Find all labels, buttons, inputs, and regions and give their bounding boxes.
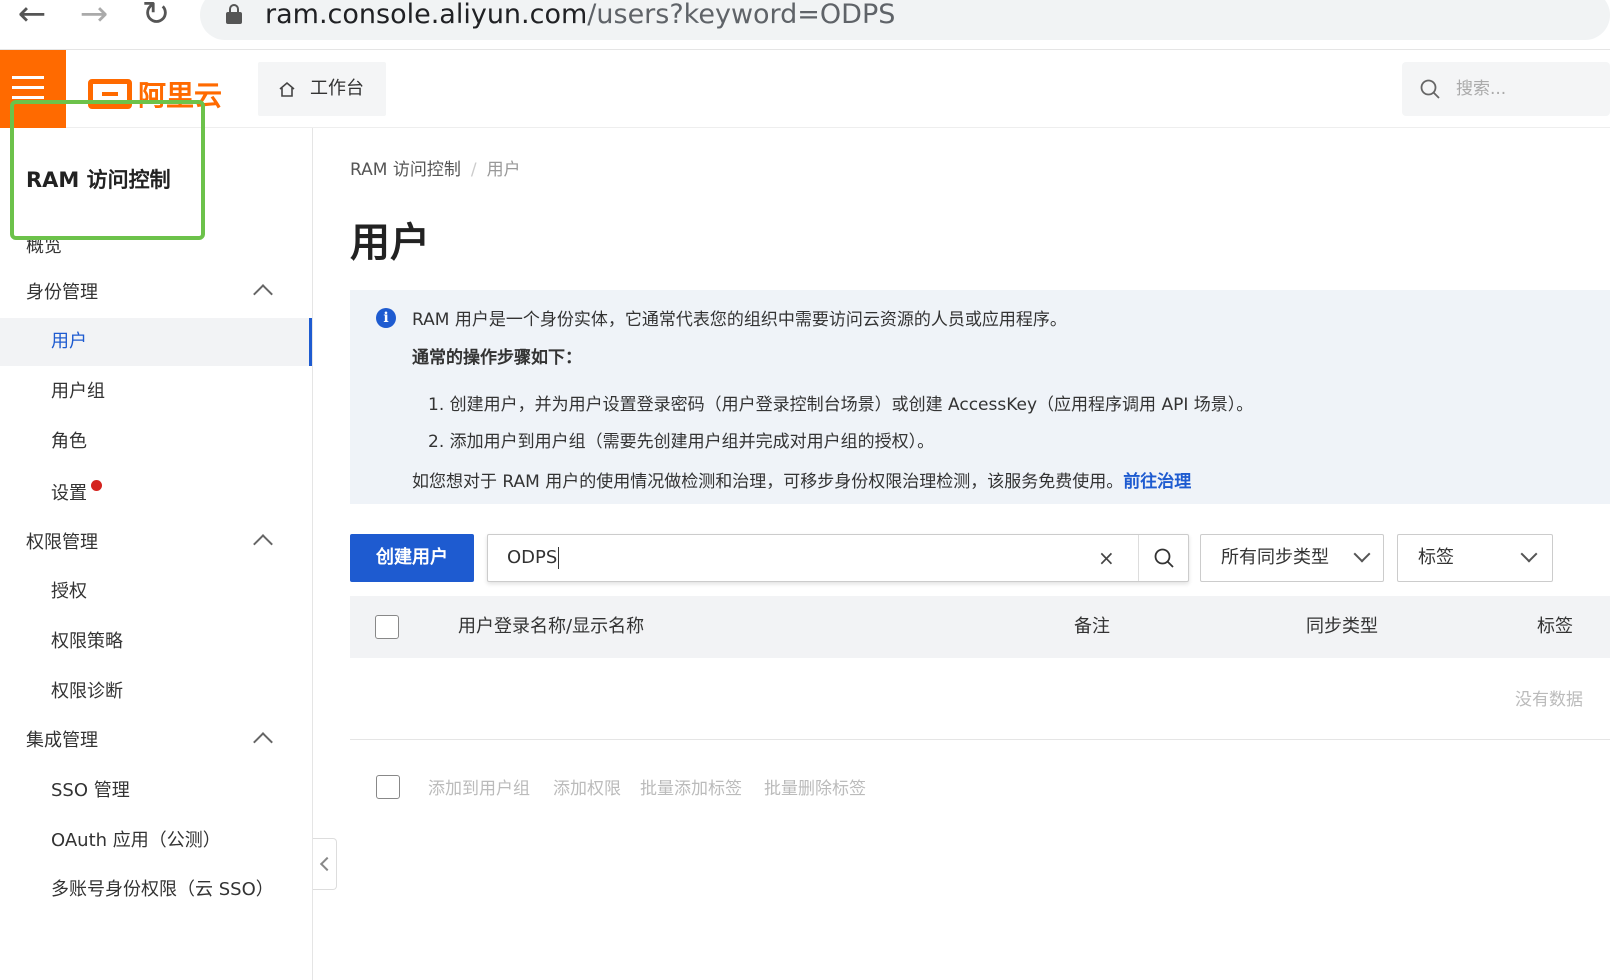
sidebar-group-permissions[interactable]: 权限管理 bbox=[0, 519, 312, 567]
info-line: 通常的操作步骤如下： bbox=[412, 348, 582, 368]
sidebar-item-label: 授权 bbox=[51, 581, 87, 602]
info-icon: i bbox=[376, 308, 396, 328]
breadcrumb-current: 用户 bbox=[486, 160, 521, 180]
sidebar-group-label: 集成管理 bbox=[26, 730, 98, 751]
sidebar-item-roles[interactable]: 角色 bbox=[0, 418, 312, 466]
batch-add-tags[interactable]: 批量添加标签 bbox=[640, 770, 742, 808]
sidebar-item-diagnosis[interactable]: 权限诊断 bbox=[0, 668, 312, 716]
column-header-login-name[interactable]: 用户登录名称/显示名称 bbox=[458, 596, 644, 658]
sidebar-item-label: 多账号身份权限（云 SSO） bbox=[51, 879, 274, 900]
user-search-input[interactable]: ODPS × bbox=[487, 534, 1189, 582]
info-line: 如您想对于 RAM 用户的使用情况做检测和治理，可移步身份权限治理检测，该服务免… bbox=[412, 467, 1191, 492]
sidebar-item-oauth[interactable]: OAuth 应用（公测） bbox=[0, 817, 312, 865]
tag-select-value: 标签 bbox=[1418, 547, 1454, 568]
batch-actions-bar: 添加到用户组 添加权限 批量添加标签 批量删除标签 bbox=[350, 770, 1610, 810]
workbench-button[interactable]: 工作台 bbox=[258, 62, 386, 116]
sidebar-group-identity[interactable]: 身份管理 bbox=[0, 269, 312, 317]
chevron-up-icon bbox=[253, 534, 273, 554]
sidebar: RAM 访问控制 概览 身份管理 用户 用户组 角色 设置 权限管理 授权 权限… bbox=[0, 128, 313, 980]
page-title: 用户 bbox=[350, 220, 430, 266]
search-button[interactable] bbox=[1139, 535, 1189, 581]
table-header: 用户登录名称/显示名称 备注 同步类型 标签 bbox=[350, 596, 1610, 658]
chevron-up-icon bbox=[253, 732, 273, 752]
select-all-checkbox[interactable] bbox=[375, 615, 399, 639]
create-user-button[interactable]: 创建用户 bbox=[350, 534, 474, 582]
batch-remove-tags[interactable]: 批量删除标签 bbox=[764, 770, 866, 808]
sidebar-group-integration[interactable]: 集成管理 bbox=[0, 717, 312, 765]
governance-link[interactable]: 前往治理 bbox=[1123, 472, 1191, 492]
chevron-down-icon bbox=[1353, 545, 1371, 563]
global-search[interactable]: 搜索... bbox=[1402, 62, 1610, 116]
table-empty-row: 没有数据 bbox=[350, 658, 1610, 740]
console-topbar: 阿里云 工作台 搜索... bbox=[0, 50, 1610, 128]
sidebar-item-label: 设置 bbox=[51, 483, 87, 504]
text-caret bbox=[558, 547, 560, 569]
sidebar-item-label: 权限策略 bbox=[51, 631, 123, 652]
search-icon bbox=[1154, 548, 1174, 568]
reload-icon[interactable]: ↻ bbox=[136, 0, 176, 32]
sidebar-item-label: 角色 bbox=[51, 431, 87, 452]
column-header-sync-type: 同步类型 bbox=[1306, 616, 1378, 637]
back-arrow-icon[interactable]: ← bbox=[12, 0, 52, 32]
sidebar-item-label: SSO 管理 bbox=[51, 780, 130, 801]
tag-select[interactable]: 标签 bbox=[1397, 534, 1553, 582]
info-step: 1. 创建用户，并为用户设置登录密码（用户登录控制台场景）或创建 AccessK… bbox=[428, 395, 1254, 415]
sidebar-item-label: 权限诊断 bbox=[51, 681, 123, 702]
empty-text: 没有数据 bbox=[1515, 690, 1583, 710]
column-header-note: 备注 bbox=[1074, 616, 1110, 637]
browser-toolbar: ← → ↻ ram.console.aliyun.com/users?keywo… bbox=[0, 0, 1610, 50]
sidebar-item-sso[interactable]: SSO 管理 bbox=[0, 767, 312, 815]
sidebar-item-policies[interactable]: 权限策略 bbox=[0, 618, 312, 666]
sidebar-item-settings[interactable]: 设置 bbox=[0, 470, 312, 518]
sidebar-collapse-button[interactable] bbox=[313, 838, 337, 890]
info-notice: i RAM 用户是一个身份实体，它通常代表您的组织中需要访问云资源的人员或应用程… bbox=[350, 290, 1610, 504]
search-value[interactable]: ODPS bbox=[507, 535, 560, 581]
breadcrumb: RAM 访问控制 / 用户 bbox=[350, 155, 521, 180]
sync-type-value: 所有同步类型 bbox=[1221, 547, 1329, 568]
highlight-annotation bbox=[10, 100, 205, 240]
batch-add-to-group[interactable]: 添加到用户组 bbox=[428, 770, 530, 808]
breadcrumb-separator: / bbox=[470, 160, 477, 180]
home-icon bbox=[278, 81, 296, 97]
sidebar-item-cloud-sso[interactable]: 多账号身份权限（云 SSO） bbox=[0, 866, 312, 914]
url-text[interactable]: ram.console.aliyun.com/users?keyword=ODP… bbox=[265, 0, 895, 30]
breadcrumb-root[interactable]: RAM 访问控制 bbox=[350, 160, 461, 180]
sidebar-item-user-groups[interactable]: 用户组 bbox=[0, 368, 312, 416]
forward-arrow-icon[interactable]: → bbox=[74, 0, 114, 32]
batch-select-checkbox[interactable] bbox=[376, 775, 400, 799]
sidebar-item-label: 用户 bbox=[51, 331, 87, 352]
sidebar-group-label: 身份管理 bbox=[26, 282, 98, 303]
sidebar-item-grants[interactable]: 授权 bbox=[0, 568, 312, 616]
url-domain: ram.console.aliyun.com bbox=[265, 0, 588, 30]
lock-icon bbox=[226, 4, 242, 24]
column-header-tags: 标签 bbox=[1537, 616, 1573, 637]
sidebar-item-label: OAuth 应用（公测） bbox=[51, 830, 221, 851]
info-line: RAM 用户是一个身份实体，它通常代表您的组织中需要访问云资源的人员或应用程序。 bbox=[412, 310, 1067, 330]
clear-icon[interactable]: × bbox=[1098, 535, 1115, 581]
notification-dot bbox=[91, 480, 102, 491]
sidebar-item-label: 用户组 bbox=[51, 381, 105, 402]
search-icon bbox=[1420, 79, 1440, 103]
workbench-label: 工作台 bbox=[310, 78, 364, 99]
info-step: 2. 添加用户到用户组（需要先创建用户组并完成对用户组的授权）。 bbox=[428, 432, 935, 452]
global-search-placeholder: 搜索... bbox=[1456, 79, 1507, 99]
chevron-down-icon bbox=[1520, 545, 1538, 563]
sync-type-select[interactable]: 所有同步类型 bbox=[1200, 534, 1384, 582]
batch-add-permission[interactable]: 添加权限 bbox=[553, 770, 621, 808]
chevron-up-icon bbox=[253, 284, 273, 304]
sidebar-group-label: 权限管理 bbox=[26, 532, 98, 553]
url-path: /users?keyword=ODPS bbox=[587, 0, 896, 30]
chevron-left-icon bbox=[319, 856, 335, 872]
sidebar-item-users[interactable]: 用户 bbox=[0, 318, 312, 366]
search-value-text: ODPS bbox=[507, 547, 558, 568]
info-text: 如您想对于 RAM 用户的使用情况做检测和治理，可移步身份权限治理检测，该服务免… bbox=[412, 472, 1124, 492]
